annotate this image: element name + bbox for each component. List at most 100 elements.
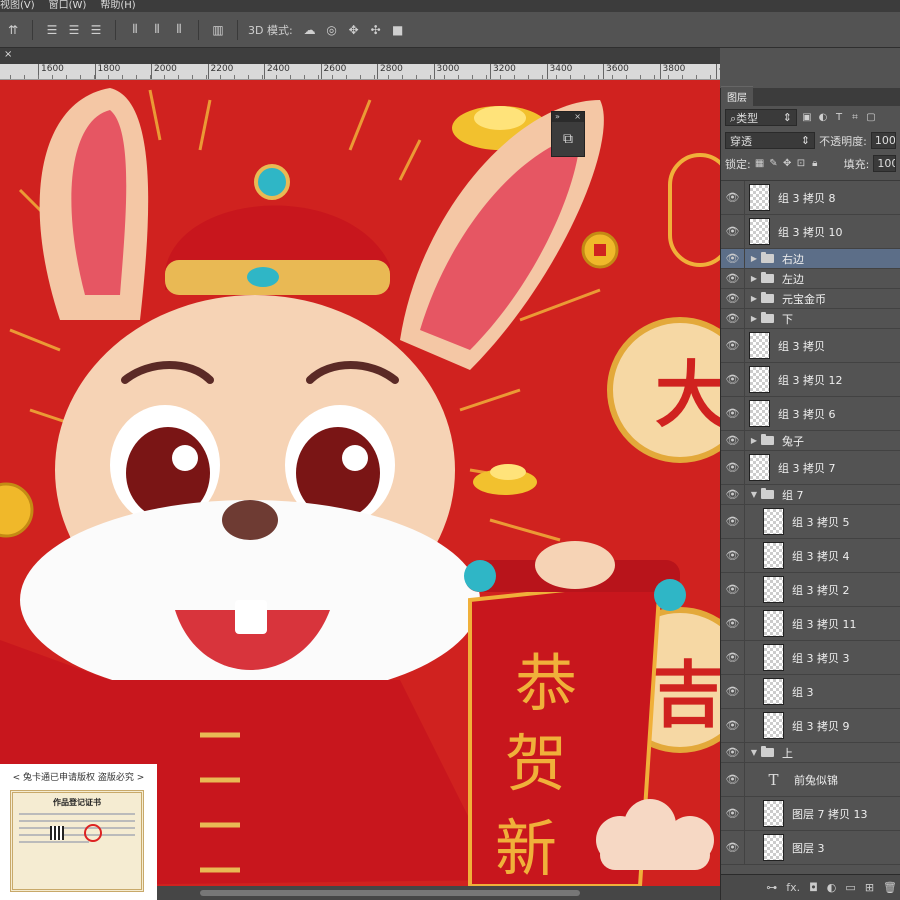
- chevron-right-icon[interactable]: ▶: [749, 254, 759, 263]
- lock-all-icon[interactable]: 🔒︎: [810, 158, 820, 169]
- layer-thumbnail: [749, 332, 770, 359]
- 3d-roll-icon[interactable]: ◎: [323, 21, 341, 39]
- image-filter-icon[interactable]: ▣: [801, 112, 813, 123]
- trash-icon[interactable]: 🗑︎: [883, 881, 897, 894]
- visibility-eye-icon[interactable]: 👁︎: [721, 607, 745, 640]
- fill-input[interactable]: 100%: [873, 155, 897, 172]
- menu-item[interactable]: 视图(V): [0, 0, 35, 12]
- visibility-eye-icon[interactable]: 👁︎: [721, 743, 745, 762]
- lock-move-icon[interactable]: ✥: [782, 158, 792, 169]
- layer-row[interactable]: 👁︎ 组 3 拷贝 6: [721, 397, 900, 431]
- chevron-right-icon[interactable]: ▶: [749, 436, 759, 445]
- lock-transparent-icon[interactable]: ▦: [755, 158, 765, 169]
- visibility-eye-icon[interactable]: 👁︎: [721, 451, 745, 484]
- collapse-icon[interactable]: »: [555, 112, 560, 122]
- visibility-eye-icon[interactable]: 👁︎: [721, 329, 745, 362]
- text-filter-icon[interactable]: T: [833, 112, 845, 123]
- chevron-right-icon[interactable]: ▶: [749, 294, 759, 303]
- chevron-right-icon[interactable]: ▶: [749, 274, 759, 283]
- filter-type-select[interactable]: ⌕类型 ⇕: [725, 109, 797, 126]
- layer-row[interactable]: 👁︎ 图层 3: [721, 831, 900, 865]
- smart-object-filter-icon[interactable]: ▢: [865, 112, 877, 123]
- distribute-vcenter-icon[interactable]: ☰: [65, 21, 83, 39]
- visibility-eye-icon[interactable]: 👁︎: [721, 431, 745, 450]
- layer-group-row[interactable]: 👁︎ ▼ 上: [721, 743, 900, 763]
- menu-item[interactable]: 窗口(W): [49, 0, 87, 12]
- visibility-eye-icon[interactable]: 👁︎: [721, 309, 745, 328]
- visibility-eye-icon[interactable]: 👁︎: [721, 249, 745, 268]
- new-layer-icon[interactable]: ⊞: [865, 881, 874, 894]
- 3d-slide-icon[interactable]: ✣: [367, 21, 385, 39]
- visibility-eye-icon[interactable]: 👁︎: [721, 709, 745, 742]
- layer-row[interactable]: 👁︎ 组 3 拷贝 8: [721, 181, 900, 215]
- visibility-eye-icon[interactable]: 👁︎: [721, 675, 745, 708]
- layer-row[interactable]: 👁︎ 组 3 拷贝 9: [721, 709, 900, 743]
- auto-align-icon[interactable]: ▥: [209, 21, 227, 39]
- layer-row[interactable]: 👁︎ 组 3 拷贝: [721, 329, 900, 363]
- 3d-pan-icon[interactable]: ✥: [345, 21, 363, 39]
- horizontal-ruler[interactable]: 1600 1800 2000 2200 2400 2600 2800 3000 3200 3400…: [0, 64, 720, 80]
- opacity-input[interactable]: 100%: [870, 132, 896, 149]
- adjustment-filter-icon[interactable]: ◐: [817, 112, 829, 123]
- visibility-eye-icon[interactable]: 👁︎: [721, 485, 745, 504]
- blend-mode-select[interactable]: 穿透 ⇕: [725, 132, 816, 149]
- layer-row[interactable]: 👁︎ 组 3 拷贝 12: [721, 363, 900, 397]
- visibility-eye-icon[interactable]: 👁︎: [721, 363, 745, 396]
- visibility-eye-icon[interactable]: 👁︎: [721, 573, 745, 606]
- link-icon[interactable]: ⊶: [766, 881, 777, 894]
- layer-row[interactable]: 👁︎ 图层 7 拷贝 13: [721, 797, 900, 831]
- visibility-eye-icon[interactable]: 👁︎: [721, 269, 745, 288]
- layer-row[interactable]: 👁︎ 组 3 拷贝 3: [721, 641, 900, 675]
- fx-icon[interactable]: fx.: [786, 881, 800, 894]
- tab-layers[interactable]: 图层: [721, 86, 753, 106]
- visibility-eye-icon[interactable]: 👁︎: [721, 181, 745, 214]
- 3d-panel-icon[interactable]: ⧉: [563, 131, 573, 147]
- layer-name: 图层 7 拷贝 13: [792, 807, 868, 821]
- distribute-hcenter-icon[interactable]: ⫴: [148, 21, 166, 39]
- layer-row[interactable]: 👁︎ 组 3 拷贝 4: [721, 539, 900, 573]
- layer-group-row[interactable]: 👁︎ ▶ 元宝金币: [721, 289, 900, 309]
- visibility-eye-icon[interactable]: 👁︎: [721, 641, 745, 674]
- new-group-icon[interactable]: ▭: [845, 881, 855, 894]
- scrollbar-thumb[interactable]: [200, 890, 580, 896]
- close-icon[interactable]: ×: [4, 49, 12, 60]
- lock-artboard-icon[interactable]: ⊡: [796, 158, 806, 169]
- align-top-icon[interactable]: ⇈: [4, 21, 22, 39]
- 3d-rotate-icon[interactable]: ☁: [301, 21, 319, 39]
- visibility-eye-icon[interactable]: 👁︎: [721, 539, 745, 572]
- visibility-eye-icon[interactable]: 👁︎: [721, 215, 745, 248]
- chevron-down-icon[interactable]: ▼: [749, 748, 759, 757]
- layer-group-row[interactable]: 👁︎ ▼ 组 7: [721, 485, 900, 505]
- layer-row[interactable]: 👁︎ 组 3 拷贝 11: [721, 607, 900, 641]
- distribute-top-icon[interactable]: ☰: [43, 21, 61, 39]
- visibility-eye-icon[interactable]: 👁︎: [721, 289, 745, 308]
- layer-row[interactable]: 👁︎ 组 3 拷贝 5: [721, 505, 900, 539]
- visibility-eye-icon[interactable]: 👁︎: [721, 763, 745, 796]
- layer-row[interactable]: 👁︎ 组 3 拷贝 2: [721, 573, 900, 607]
- layer-group-row[interactable]: 👁︎ ▶ 下: [721, 309, 900, 329]
- floating-mini-panel[interactable]: » × ⧉: [551, 111, 585, 157]
- visibility-eye-icon[interactable]: 👁︎: [721, 797, 745, 830]
- shape-filter-icon[interactable]: ⌗: [849, 112, 861, 123]
- visibility-eye-icon[interactable]: 👁︎: [721, 831, 745, 864]
- layer-row[interactable]: 👁︎ T 前兔似锦: [721, 763, 900, 797]
- mask-icon[interactable]: ◘: [809, 881, 818, 894]
- lock-paint-icon[interactable]: ✎: [769, 158, 779, 169]
- visibility-eye-icon[interactable]: 👁︎: [721, 397, 745, 430]
- layer-row[interactable]: 👁︎ 组 3 拷贝 10: [721, 215, 900, 249]
- distribute-bottom-icon[interactable]: ☰: [87, 21, 105, 39]
- layer-row[interactable]: 👁︎ 组 3: [721, 675, 900, 709]
- distribute-left-icon[interactable]: ⫴: [126, 21, 144, 39]
- layer-group-row[interactable]: 👁︎ ▶ 右边: [721, 249, 900, 269]
- chevron-right-icon[interactable]: ▶: [749, 314, 759, 323]
- 3d-scale-icon[interactable]: ■: [389, 21, 407, 39]
- visibility-eye-icon[interactable]: 👁︎: [721, 505, 745, 538]
- layer-group-row[interactable]: 👁︎ ▶ 兔子: [721, 431, 900, 451]
- chevron-down-icon[interactable]: ▼: [749, 490, 759, 499]
- adjustment-icon[interactable]: ◐: [827, 881, 837, 894]
- layer-group-row[interactable]: 👁︎ ▶ 左边: [721, 269, 900, 289]
- close-icon[interactable]: ×: [574, 112, 581, 122]
- menu-item[interactable]: 帮助(H): [100, 0, 135, 12]
- layer-row[interactable]: 👁︎ 组 3 拷贝 7: [721, 451, 900, 485]
- distribute-right-icon[interactable]: ⫴: [170, 21, 188, 39]
